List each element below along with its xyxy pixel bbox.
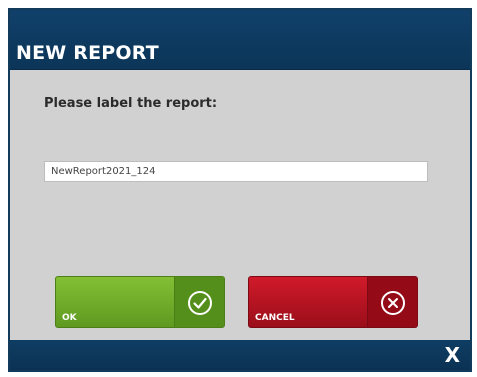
cancel-button[interactable]: CANCEL	[248, 276, 418, 328]
prompt-label: Please label the report:	[44, 96, 218, 111]
check-circle-icon	[188, 291, 212, 315]
ok-icon-zone	[174, 277, 224, 327]
ok-button[interactable]: OK	[55, 276, 225, 328]
cancel-button-label: CANCEL	[255, 313, 295, 323]
close-icon[interactable]: X	[445, 344, 460, 366]
title-bar: NEW REPORT	[10, 10, 470, 70]
cancel-icon-zone	[367, 277, 417, 327]
new-report-dialog: NEW REPORT Please label the report: OK C…	[8, 8, 472, 372]
dialog-title: NEW REPORT	[16, 42, 159, 64]
bottom-bar: X	[10, 340, 470, 370]
x-circle-icon	[381, 291, 405, 315]
report-name-input[interactable]	[44, 161, 428, 182]
ok-button-label: OK	[62, 313, 77, 323]
